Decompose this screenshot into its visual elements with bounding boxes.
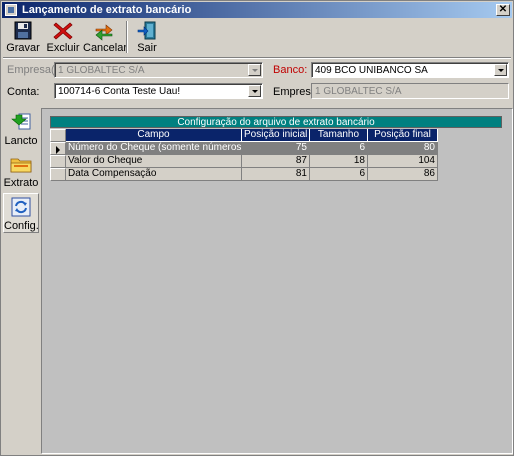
table-cell[interactable]: Número do Cheque (somente números) — [66, 142, 242, 155]
table-cell[interactable]: 86 — [368, 168, 438, 181]
delete-button[interactable]: Excluir — [45, 20, 81, 56]
conta-label: Conta: — [7, 86, 40, 98]
grid-caption: Configuração do arquivo de extrato bancá… — [50, 116, 502, 128]
row-indicator-header — [50, 129, 66, 142]
delete-label: Excluir — [46, 42, 80, 54]
exit-button[interactable]: Sair — [131, 20, 163, 56]
table-cell[interactable]: Data Compensação — [66, 168, 242, 181]
table-cell[interactable]: Valor do Cheque — [66, 155, 242, 168]
banco-value: 409 BCO UNIBANCO SA — [315, 65, 428, 76]
chevron-down-icon[interactable] — [248, 85, 261, 97]
sidebar-item-label: Lancto — [4, 135, 38, 147]
row-indicator[interactable] — [50, 168, 66, 181]
column-header-posicao-final[interactable]: Posição final — [368, 129, 438, 142]
config-refresh-icon — [10, 196, 32, 218]
sidebar-item-lancto[interactable]: Lancto — [3, 109, 39, 149]
column-header-posicao-inicial[interactable]: Posição inicial — [242, 129, 310, 142]
sidebar-item-extrato[interactable]: Extrato — [3, 151, 39, 191]
table-cell[interactable]: 18 — [310, 155, 368, 168]
red-x-icon — [52, 21, 74, 41]
cancel-button[interactable]: Cancelar — [83, 20, 128, 56]
empresas-value: 1 GLOBALTEC S/A — [58, 65, 145, 76]
table-row[interactable]: Número do Cheque (somente números) 75 6 … — [50, 142, 502, 155]
close-button[interactable]: ✕ — [496, 4, 510, 16]
column-header-campo[interactable]: Campo — [66, 129, 242, 142]
table-cell[interactable]: 87 — [242, 155, 310, 168]
chevron-down-icon[interactable] — [494, 64, 507, 76]
toolbar-divider — [3, 57, 511, 59]
table-cell[interactable]: 6 — [310, 168, 368, 181]
empresa-value: 1 GLOBALTEC S/A — [315, 86, 402, 97]
banco-label: Banco: — [273, 64, 308, 76]
title-bar[interactable]: Lançamento de extrato bancário ✕ — [2, 2, 512, 18]
refresh-arrows-icon — [93, 21, 115, 41]
banco-combo[interactable]: 409 BCO UNIBANCO SA — [311, 62, 509, 78]
sidebar: Lancto Extrato Config. — [3, 109, 39, 453]
cancel-label: Cancelar — [83, 42, 128, 54]
column-header-tamanho[interactable]: Tamanho — [310, 129, 368, 142]
conta-value: 100714-6 Conta Teste Uau! — [58, 86, 181, 97]
table-cell[interactable]: 75 — [242, 142, 310, 155]
table-cell[interactable]: 6 — [310, 142, 368, 155]
table-row[interactable]: Valor do Cheque 87 18 104 — [50, 155, 502, 168]
chevron-down-icon[interactable] — [248, 64, 261, 76]
folder-icon — [10, 153, 32, 175]
row-indicator[interactable] — [50, 155, 66, 168]
table-row[interactable]: Data Compensação 81 6 86 — [50, 168, 502, 181]
exit-label: Sair — [137, 42, 157, 54]
main-window: Lançamento de extrato bancário ✕ Gravar … — [0, 0, 514, 456]
window-title: Lançamento de extrato bancário — [22, 4, 192, 16]
row-indicator[interactable] — [50, 142, 66, 155]
sidebar-item-label: Config. — [4, 220, 39, 232]
exit-door-icon — [136, 21, 158, 41]
save-label: Gravar — [6, 42, 40, 54]
table-cell[interactable]: 80 — [368, 142, 438, 155]
app-icon — [5, 4, 17, 16]
floppy-disk-icon — [12, 21, 34, 41]
table-cell[interactable]: 104 — [368, 155, 438, 168]
empresas-combo[interactable]: 1 GLOBALTEC S/A — [54, 62, 263, 78]
save-button[interactable]: Gravar — [5, 20, 41, 56]
toolbar: Gravar Excluir Cancelar Sair — [3, 19, 511, 57]
conta-combo[interactable]: 100714-6 Conta Teste Uau! — [54, 83, 263, 99]
toolbar-separator — [126, 21, 128, 53]
sidebar-item-config[interactable]: Config. — [3, 193, 39, 233]
table-cell[interactable]: 81 — [242, 168, 310, 181]
grid-header-row: Campo Posição inicial Tamanho Posição fi… — [50, 129, 502, 142]
content-panel: Configuração do arquivo de extrato bancá… — [41, 108, 513, 454]
download-green-arrow-icon — [10, 111, 32, 133]
row-pointer-icon — [56, 146, 60, 154]
sidebar-item-label: Extrato — [3, 177, 39, 189]
empresa-field: 1 GLOBALTEC S/A — [311, 83, 509, 99]
